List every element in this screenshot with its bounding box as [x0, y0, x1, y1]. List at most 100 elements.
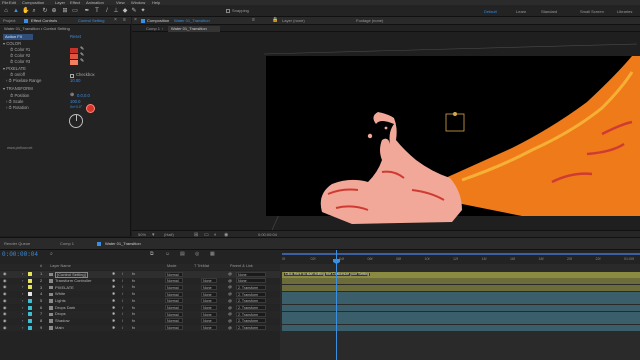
panel-menu-icon[interactable]: ≡ — [123, 18, 126, 23]
eye-icon[interactable]: ◉ — [3, 325, 7, 330]
tab-effect-controls[interactable]: Effect Controls — [31, 19, 57, 23]
fx-switch-icon[interactable]: fx — [132, 278, 135, 283]
rectangle-tool-icon[interactable]: ▭ — [72, 8, 78, 14]
composition-name[interactable]: Water 01_Transition — [174, 19, 210, 23]
tab-project[interactable]: Project — [3, 19, 15, 23]
parent-dropdown[interactable]: 2. Transform — [236, 311, 266, 317]
label-color-swatch[interactable] — [28, 292, 32, 297]
label-color-swatch[interactable] — [28, 305, 32, 310]
workspace-learn[interactable]: Learn — [516, 9, 526, 14]
layer-row[interactable]: ◉ › 7 Drops ✱ / fx Normal None @2. Transform — [0, 311, 280, 318]
viewer-canvas[interactable] — [132, 32, 640, 230]
eye-icon[interactable]: ◉ — [3, 272, 7, 276]
layer-name[interactable]: Drops — [55, 312, 66, 316]
workspace-libraries[interactable]: Libraries — [617, 9, 632, 14]
search-icon[interactable]: ⌕ — [50, 252, 53, 257]
parent-dropdown[interactable]: 2. Transform — [236, 284, 266, 290]
trkmat-dropdown[interactable]: None — [201, 284, 217, 290]
color1-swatch[interactable] — [70, 48, 78, 53]
pickwhip-icon[interactable]: @ — [228, 305, 232, 310]
layer-row[interactable]: ◉ › 9 Main ✱ / fx Normal None @2. Transform — [0, 324, 280, 332]
tab-comp1[interactable]: Comp 1 — [60, 242, 74, 246]
tab-composition[interactable]: Composition — [147, 19, 169, 23]
label-color-swatch[interactable] — [28, 325, 32, 330]
composition-viewer[interactable] — [132, 32, 640, 230]
anchor-point-handle[interactable] — [453, 112, 457, 116]
quality-switch-icon[interactable]: / — [122, 285, 123, 289]
parent-dropdown[interactable]: None — [236, 271, 266, 277]
color2-swatch[interactable] — [70, 54, 78, 59]
quality-switch-icon[interactable]: / — [122, 298, 123, 303]
layer-name[interactable]: White — [55, 292, 65, 296]
eye-icon[interactable]: ◉ — [3, 318, 7, 323]
shy-layers-icon[interactable]: ☺ — [165, 252, 170, 257]
rotate-tool-icon[interactable]: ↻ — [42, 8, 48, 14]
expand-chevron-icon[interactable]: › — [22, 278, 23, 283]
roto-brush-tool-icon[interactable]: ✎ — [131, 8, 137, 14]
expand-chevron-icon[interactable]: › — [22, 272, 23, 276]
fx-switch-icon[interactable]: fx — [132, 272, 135, 276]
label-color-swatch[interactable] — [28, 298, 32, 303]
mode-dropdown[interactable]: Normal — [165, 271, 183, 277]
mode-dropdown[interactable]: Normal — [165, 284, 183, 290]
quality-switch-icon[interactable]: / — [122, 292, 123, 296]
expand-chevron-icon[interactable]: › — [22, 298, 23, 303]
camera-tool-icon[interactable]: ⊕ — [51, 8, 57, 14]
pixelate-checkbox[interactable] — [70, 73, 74, 78]
tab-water-transition[interactable]: Water 01_Transition — [105, 242, 141, 246]
pixelate-range-value[interactable]: 10.00 — [70, 78, 80, 85]
layer-name[interactable]: Drops Dark — [55, 305, 75, 310]
frame-blending-icon[interactable]: ▤ — [180, 252, 185, 257]
motion-blur-icon[interactable]: ◎ — [195, 252, 199, 257]
solo-switch-icon[interactable]: ✱ — [112, 305, 115, 310]
expand-chevron-icon[interactable]: › — [22, 305, 23, 310]
clone-stamp-tool-icon[interactable]: ⊥ — [113, 8, 119, 14]
home-icon[interactable]: ⌂ — [3, 8, 9, 14]
expand-chevron-icon[interactable]: › — [22, 318, 23, 323]
layer-row[interactable]: ◉ › 3 PIXELATE ✱ / fx Normal None @2. Transform — [0, 284, 280, 291]
eye-icon[interactable]: ◉ — [3, 285, 7, 289]
draft-3d-icon[interactable]: ⧉ — [150, 252, 154, 257]
pan-behind-tool-icon[interactable]: ⊞ — [62, 8, 68, 14]
tab-effect-controls-layer[interactable]: Control Setting — [78, 19, 104, 23]
trkmat-dropdown[interactable]: None — [201, 298, 217, 304]
pickwhip-icon[interactable]: @ — [228, 292, 232, 296]
rotation-dial[interactable] — [69, 114, 83, 128]
parent-dropdown[interactable]: None — [236, 278, 266, 284]
pickwhip-icon[interactable]: @ — [228, 285, 232, 289]
playhead-line[interactable] — [336, 250, 337, 360]
fx-switch-icon[interactable]: fx — [132, 298, 135, 303]
quality-switch-icon[interactable]: / — [122, 272, 123, 276]
parent-dropdown[interactable]: 2. Transform — [236, 325, 266, 331]
trkmat-dropdown[interactable]: None — [201, 325, 217, 331]
color3-swatch[interactable] — [70, 60, 78, 65]
layer-row[interactable]: ◉ › 4 White ✱ / fx Normal None @2. Transform — [0, 291, 280, 298]
trkmat-dropdown[interactable]: None — [201, 305, 217, 310]
eye-icon[interactable]: ◉ — [3, 298, 7, 303]
pen-tool-icon[interactable]: ✒ — [84, 8, 90, 14]
reset-button[interactable]: Reset — [70, 34, 81, 41]
layer-name[interactable]: PIXELATE — [55, 285, 74, 290]
solo-switch-icon[interactable]: ✱ — [112, 272, 115, 276]
mode-dropdown[interactable]: Normal — [165, 278, 183, 284]
timeline-timecode[interactable]: 0:00:00:04 — [2, 252, 38, 258]
pickwhip-icon[interactable]: @ — [228, 272, 232, 276]
solo-switch-icon[interactable]: ✱ — [112, 292, 115, 296]
parent-dropdown[interactable]: 2. Transform — [236, 305, 266, 310]
fx-switch-icon[interactable]: fx — [132, 318, 135, 323]
close-icon[interactable]: × — [134, 18, 137, 23]
eyedropper-icon[interactable]: ✎ — [80, 59, 84, 64]
crosshair-icon[interactable]: ⊕ — [70, 93, 74, 98]
type-tool-icon[interactable]: T — [94, 8, 100, 14]
fx-switch-icon[interactable]: fx — [132, 312, 135, 316]
eraser-tool-icon[interactable]: ◆ — [122, 8, 128, 14]
eye-icon[interactable]: ◉ — [3, 305, 7, 310]
effect-name-row[interactable]: Action FX — [3, 34, 33, 40]
mode-dropdown[interactable]: Normal — [165, 325, 183, 331]
quality-switch-icon[interactable]: / — [122, 318, 123, 323]
label-color-swatch[interactable] — [28, 318, 32, 323]
eye-icon[interactable]: ◉ — [3, 278, 7, 283]
fx-switch-icon[interactable]: fx — [132, 325, 135, 330]
timeline-tracks[interactable]: 0f 02f 04f 06f 08f 10f 12f 14f 16f 18f 20f 22f 01:00… — [280, 250, 640, 360]
layer-row[interactable]: ◉ › 8 Shadow ✱ / fx Normal None @2. Transform — [0, 317, 280, 325]
